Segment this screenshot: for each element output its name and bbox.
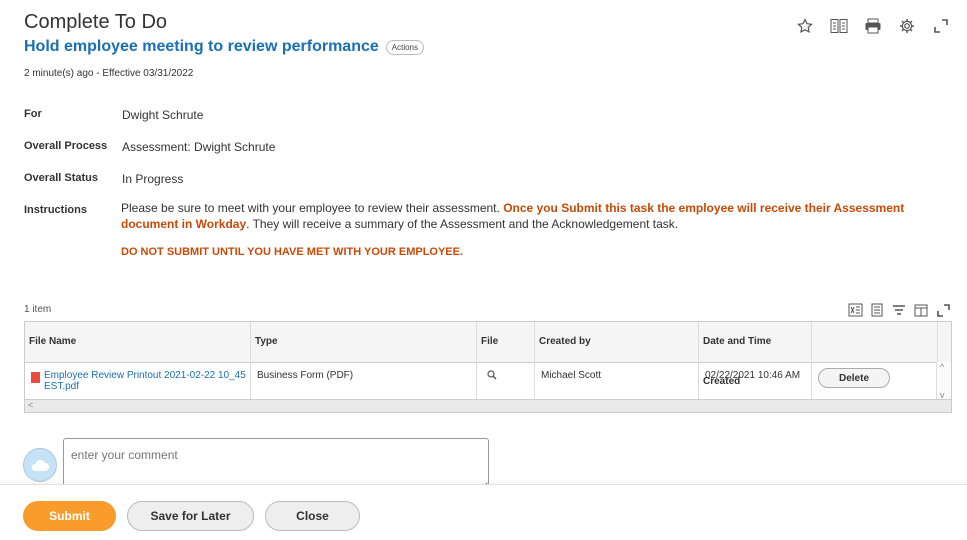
page-title: Complete To Do: [24, 11, 168, 33]
attachments-table: File Name Type File Created by Date and …: [24, 321, 952, 413]
star-icon[interactable]: [795, 16, 815, 36]
date-created-cell: 02/22/2021 10:46 AM: [699, 362, 812, 400]
field-overall-status: Overall Status In Progress: [24, 172, 183, 186]
cloud-icon: [31, 459, 49, 471]
footer-bar: Submit Save for Later Close: [0, 484, 967, 540]
col-type[interactable]: Type: [251, 322, 477, 362]
save-for-later-button[interactable]: Save for Later: [127, 501, 254, 531]
overall-status-value: In Progress: [122, 172, 184, 186]
task-title-text[interactable]: Hold employee meeting to review performa…: [24, 38, 379, 56]
created-by-cell: Michael Scott: [535, 362, 699, 400]
instructions-warning: DO NOT SUBMIT UNTIL YOU HAVE MET WITH YO…: [121, 246, 464, 258]
pdf-icon: [31, 372, 40, 383]
overall-process-link[interactable]: Assessment: Dwight Schrute: [122, 140, 275, 154]
print-icon[interactable]: [863, 16, 883, 36]
item-count: 1 item: [24, 304, 52, 315]
col-file-name[interactable]: File Name: [25, 322, 251, 362]
action-cell: Delete: [812, 362, 938, 400]
overall-process-label: Overall Process: [24, 140, 108, 152]
for-link[interactable]: Dwight Schrute: [122, 108, 203, 122]
instructions-text: Please be sure to meet with your employe…: [121, 200, 941, 232]
fullscreen-icon[interactable]: [935, 302, 951, 318]
instructions-label: Instructions: [24, 204, 87, 216]
scroll-up-icon[interactable]: ^: [940, 362, 944, 372]
scroll-left-icon[interactable]: <: [28, 400, 33, 410]
compare-icon[interactable]: [829, 16, 849, 36]
close-button[interactable]: Close: [265, 501, 360, 531]
file-name-text[interactable]: Employee Review Printout 2021-02-22 10_4…: [44, 370, 246, 392]
export-excel-icon[interactable]: [847, 302, 863, 318]
task-title: Hold employee meeting to review performa…: [24, 38, 424, 56]
submit-button[interactable]: Submit: [23, 501, 116, 531]
effective-meta: 2 minute(s) ago - Effective 03/31/2022: [24, 68, 194, 79]
file-cell: [477, 362, 535, 400]
field-for: For Dwight Schrute: [24, 108, 203, 122]
col-date-created[interactable]: Date and Time Created: [699, 322, 812, 387]
field-instructions: Instructions: [24, 204, 122, 216]
for-label: For: [24, 108, 42, 120]
delete-button[interactable]: Delete: [818, 368, 890, 388]
file-name-cell: Employee Review Printout 2021-02-22 10_4…: [25, 362, 251, 400]
expand-icon[interactable]: [931, 16, 951, 36]
export-pdf-icon[interactable]: [869, 302, 885, 318]
overall-status-label: Overall Status: [24, 172, 98, 184]
table-toolbar: [847, 302, 951, 318]
vertical-scrollbar[interactable]: ^ v: [936, 362, 951, 400]
horizontal-scrollbar[interactable]: <: [25, 399, 951, 412]
col-actions: [812, 322, 938, 362]
instructions-part1: Please be sure to meet with your employe…: [121, 201, 504, 215]
instructions-part3: . They will receive a summary of the Ass…: [246, 217, 679, 231]
col-file[interactable]: File: [477, 322, 535, 362]
actions-button[interactable]: Actions: [385, 39, 424, 55]
field-overall-process: Overall Process Assessment: Dwight Schru…: [24, 140, 275, 154]
type-cell: Business Form (PDF): [251, 362, 477, 400]
magnifier-icon[interactable]: [487, 370, 497, 380]
columns-icon[interactable]: [913, 302, 929, 318]
col-created-by[interactable]: Created by: [535, 322, 699, 362]
filter-icon[interactable]: [891, 302, 907, 318]
gear-icon[interactable]: [897, 16, 917, 36]
avatar: [23, 448, 57, 482]
table-header: File Name Type File Created by Date and …: [25, 322, 951, 387]
top-toolbar: [795, 16, 951, 36]
file-link[interactable]: Employee Review Printout 2021-02-22 10_4…: [31, 370, 246, 392]
